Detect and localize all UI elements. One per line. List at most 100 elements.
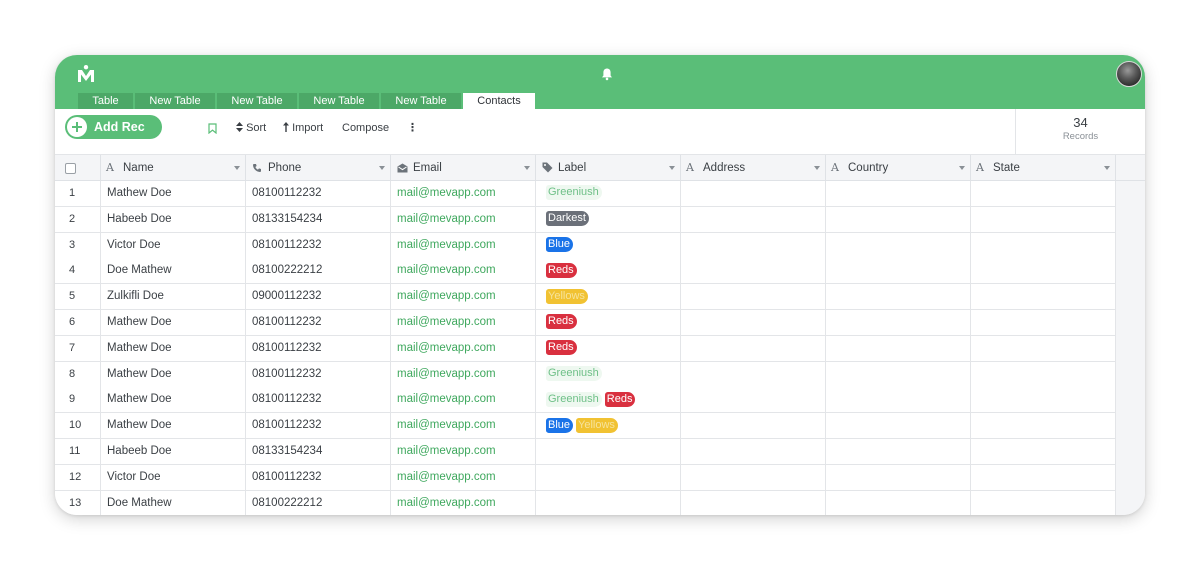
chevron-down-icon[interactable] — [669, 166, 675, 170]
cell-phone[interactable]: 08100222212 — [246, 490, 391, 515]
cell-email[interactable]: mail@mevapp.com — [391, 284, 536, 311]
cell-name[interactable]: Victor Doe — [101, 232, 246, 259]
chevron-down-icon[interactable] — [524, 166, 530, 170]
cell-email[interactable]: mail@mevapp.com — [391, 206, 536, 233]
cell-country[interactable] — [826, 206, 971, 233]
cell-name[interactable]: Doe Mathew — [101, 490, 246, 515]
cell-label[interactable] — [536, 439, 681, 465]
cell-label[interactable]: Reds — [536, 335, 681, 362]
table-row[interactable]: 8 Mathew Doe 08100112232 mail@mevapp.com Gre… — [55, 361, 1116, 388]
cell-phone[interactable]: 08100222212 — [246, 258, 391, 285]
cell-state[interactable] — [971, 413, 1116, 440]
cell-name[interactable]: Habeeb Doe — [101, 439, 246, 465]
cell-phone[interactable]: 08133154234 — [246, 439, 391, 465]
cell-label[interactable]: Blue Yellows — [536, 413, 681, 440]
cell-email[interactable]: mail@mevapp.com — [391, 232, 536, 259]
column-header-phone[interactable]: Phone — [246, 155, 391, 181]
cell-country[interactable] — [826, 335, 971, 362]
column-header-email[interactable]: Email — [391, 155, 536, 181]
cell-name[interactable]: Victor Doe — [101, 464, 246, 491]
chevron-down-icon[interactable] — [1104, 166, 1110, 170]
cell-name[interactable]: Zulkifli Doe — [101, 284, 246, 311]
cell-address[interactable] — [681, 361, 826, 388]
chevron-down-icon[interactable] — [959, 166, 965, 170]
tab-contacts[interactable]: Contacts — [463, 93, 535, 109]
column-header-name[interactable]: A Name — [101, 155, 246, 181]
cell-country[interactable] — [826, 464, 971, 491]
cell-phone[interactable]: 08100112232 — [246, 335, 391, 362]
cell-email[interactable]: mail@mevapp.com — [391, 310, 536, 336]
cell-country[interactable] — [826, 387, 971, 414]
tab-new-table-3[interactable]: New Table — [299, 93, 379, 109]
cell-state[interactable] — [971, 464, 1116, 491]
cell-label[interactable] — [536, 464, 681, 491]
table-row[interactable]: 9 Mathew Doe 08100112232 mail@mevapp.com Gre… — [55, 387, 1116, 414]
cell-state[interactable] — [971, 232, 1116, 259]
cell-label[interactable]: Yellows — [536, 284, 681, 311]
cell-country[interactable] — [826, 181, 971, 207]
tab-new-table-1[interactable]: New Table — [135, 93, 215, 109]
table-row[interactable]: 6 Mathew Doe 08100112232 mail@mevapp.com Red… — [55, 310, 1116, 336]
cell-label[interactable]: Reds — [536, 258, 681, 285]
cell-state[interactable] — [971, 361, 1116, 388]
column-header-country[interactable]: A Country — [826, 155, 971, 181]
cell-label[interactable]: Reds — [536, 310, 681, 336]
cell-email[interactable]: mail@mevapp.com — [391, 464, 536, 491]
select-all-checkbox[interactable] — [65, 163, 76, 174]
app-logo-icon[interactable] — [76, 64, 96, 84]
cell-state[interactable] — [971, 439, 1116, 465]
cell-email[interactable]: mail@mevapp.com — [391, 439, 536, 465]
table-row[interactable]: 7 Mathew Doe 08100112232 mail@mevapp.com Red… — [55, 335, 1116, 362]
cell-state[interactable] — [971, 490, 1116, 515]
table-row[interactable]: 3 Victor Doe 08100112232 mail@mevapp.com Blu… — [55, 232, 1116, 259]
cell-name[interactable]: Mathew Doe — [101, 361, 246, 388]
cell-phone[interactable]: 08100112232 — [246, 413, 391, 440]
column-header-address[interactable]: A Address — [681, 155, 826, 181]
cell-label[interactable]: Greeniush — [536, 181, 681, 207]
cell-country[interactable] — [826, 232, 971, 259]
table-row[interactable]: 12 Victor Doe 08100112232 mail@mevapp.com — [55, 464, 1116, 491]
cell-name[interactable]: Habeeb Doe — [101, 206, 246, 233]
cell-email[interactable]: mail@mevapp.com — [391, 361, 536, 388]
cell-country[interactable] — [826, 439, 971, 465]
cell-address[interactable] — [681, 490, 826, 515]
cell-phone[interactable]: 09000112232 — [246, 284, 391, 311]
cell-name[interactable]: Mathew Doe — [101, 387, 246, 414]
table-row[interactable]: 1 Mathew Doe 08100112232 mail@mevapp.com Gre… — [55, 181, 1116, 207]
cell-email[interactable]: mail@mevapp.com — [391, 181, 536, 207]
cell-state[interactable] — [971, 387, 1116, 414]
table-row[interactable]: 4 Doe Mathew 08100222212 mail@mevapp.com Red… — [55, 258, 1116, 285]
cell-address[interactable] — [681, 232, 826, 259]
compose-button[interactable]: Compose — [342, 120, 389, 136]
cell-address[interactable] — [681, 181, 826, 207]
cell-phone[interactable]: 08100112232 — [246, 361, 391, 388]
cell-address[interactable] — [681, 387, 826, 414]
cell-email[interactable]: mail@mevapp.com — [391, 387, 536, 414]
cell-phone[interactable]: 08100112232 — [246, 387, 391, 414]
cell-country[interactable] — [826, 413, 971, 440]
cell-email[interactable]: mail@mevapp.com — [391, 258, 536, 285]
cell-label[interactable]: Greeniush — [536, 361, 681, 388]
bell-icon[interactable] — [600, 67, 614, 81]
cell-email[interactable]: mail@mevapp.com — [391, 413, 536, 440]
cell-label[interactable]: Darkest — [536, 206, 681, 233]
bookmark-icon[interactable] — [208, 123, 217, 134]
column-header-label[interactable]: Label — [536, 155, 681, 181]
cell-phone[interactable]: 08100112232 — [246, 464, 391, 491]
chevron-down-icon[interactable] — [379, 166, 385, 170]
cell-address[interactable] — [681, 413, 826, 440]
cell-country[interactable] — [826, 310, 971, 336]
cell-name[interactable]: Mathew Doe — [101, 413, 246, 440]
cell-phone[interactable]: 08100112232 — [246, 181, 391, 207]
tab-new-table-2[interactable]: New Table — [217, 93, 297, 109]
cell-state[interactable] — [971, 335, 1116, 362]
cell-address[interactable] — [681, 284, 826, 311]
cell-state[interactable] — [971, 310, 1116, 336]
cell-country[interactable] — [826, 284, 971, 311]
tab-new-table-4[interactable]: New Table — [381, 93, 461, 109]
cell-name[interactable]: Mathew Doe — [101, 181, 246, 207]
import-button[interactable]: Import — [283, 120, 323, 136]
cell-address[interactable] — [681, 206, 826, 233]
table-row[interactable]: 11 Habeeb Doe 08133154234 mail@mevapp.com — [55, 439, 1116, 465]
cell-state[interactable] — [971, 181, 1116, 207]
